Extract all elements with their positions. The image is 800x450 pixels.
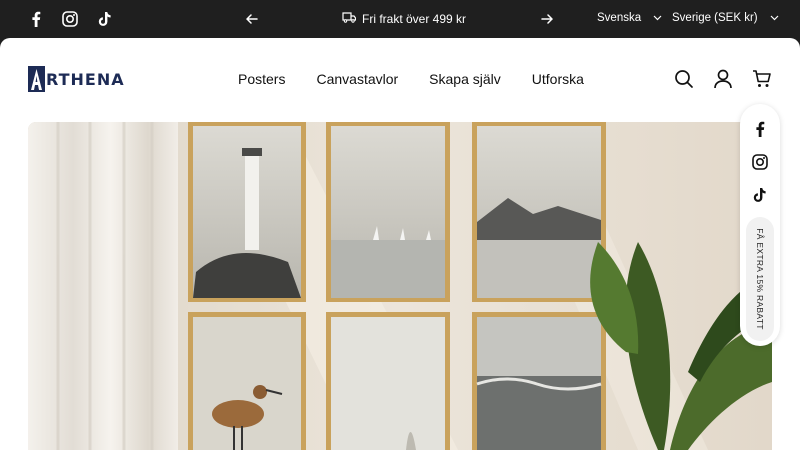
previous-announcement-button[interactable] [245, 11, 259, 27]
frame-sea [472, 312, 606, 450]
nav-item-skapa-sjalv[interactable]: Skapa själv [429, 71, 501, 87]
cart-icon[interactable] [751, 68, 773, 90]
truck-icon [342, 11, 357, 26]
instagram-icon[interactable] [61, 10, 79, 28]
main-content: RTHENA Posters Canvastavlor Skapa själv … [0, 38, 800, 450]
chevron-down-icon [770, 12, 779, 24]
announcement-text: Fri frakt över 499 kr [362, 11, 467, 26]
facebook-icon[interactable] [751, 120, 769, 138]
facebook-icon[interactable] [27, 10, 45, 28]
logo[interactable]: RTHENA [28, 66, 125, 92]
frame-bird [188, 312, 306, 450]
nav-item-posters[interactable]: Posters [238, 71, 285, 87]
logo-text: RTHENA [46, 69, 125, 89]
language-selector[interactable]: Svenska [597, 12, 662, 24]
discount-label: FÅ EXTRA 15% RABATT [755, 228, 765, 330]
account-icon[interactable] [712, 68, 734, 90]
frame-lighthouse [188, 122, 306, 302]
country-label: Sverige (SEK kr) [672, 12, 758, 24]
search-icon[interactable] [673, 68, 695, 90]
frame-beach [326, 312, 450, 450]
frame-sailboats [326, 122, 450, 302]
announcement: Fri frakt över 499 kr [342, 11, 466, 26]
tiktok-icon[interactable] [751, 186, 769, 204]
hero-image[interactable] [28, 122, 772, 450]
language-label: Svenska [597, 12, 642, 24]
discount-tab[interactable]: FÅ EXTRA 15% RABATT [746, 217, 774, 341]
nav-item-utforska[interactable]: Utforska [532, 71, 584, 87]
next-announcement-button[interactable] [540, 11, 554, 27]
logo-mark [28, 66, 45, 92]
tiktok-icon[interactable] [96, 10, 114, 28]
frame-mountains [472, 122, 606, 302]
instagram-icon[interactable] [751, 153, 769, 171]
country-selector[interactable]: Sverige (SEK kr) [672, 12, 779, 24]
chevron-down-icon [653, 12, 662, 24]
floating-social-bar: FÅ EXTRA 15% RABATT [740, 104, 780, 346]
nav-item-canvastavlor[interactable]: Canvastavlor [316, 71, 398, 87]
main-nav: Posters Canvastavlor Skapa själv Utforsk… [238, 71, 584, 87]
announcement-bar: Fri frakt över 499 kr Svenska Sverige (S… [0, 0, 800, 38]
